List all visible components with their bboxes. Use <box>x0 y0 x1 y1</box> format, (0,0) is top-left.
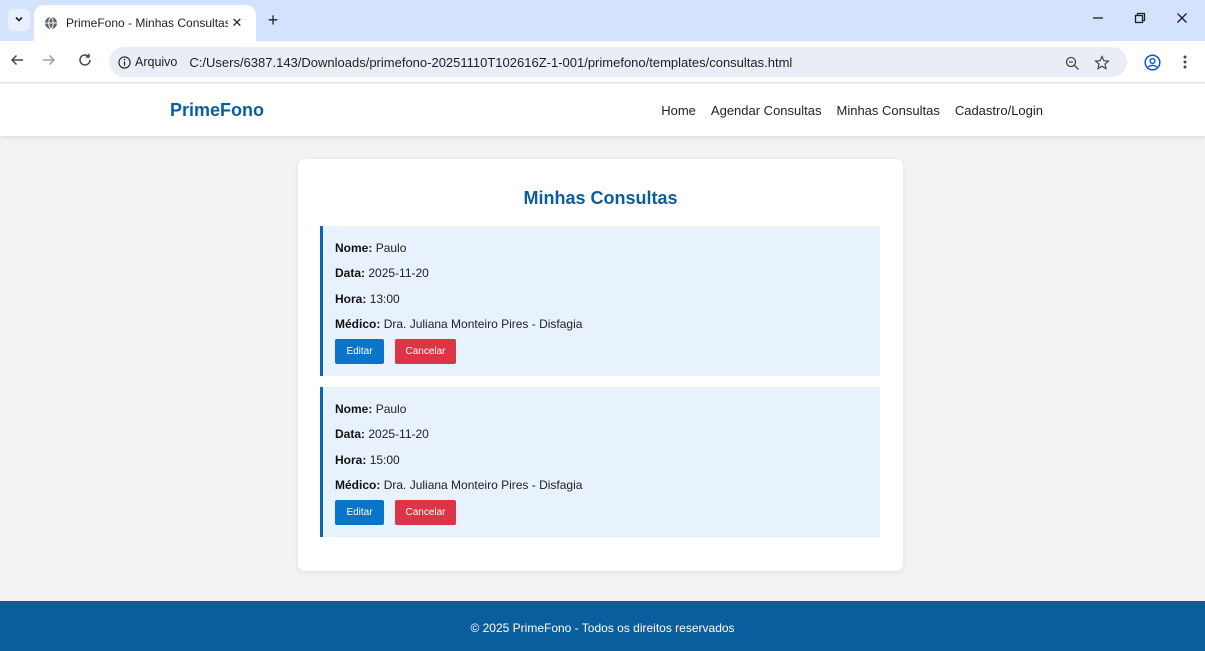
arrow-right-icon <box>42 53 56 71</box>
chevron-down-icon <box>14 11 24 29</box>
minimize-button[interactable] <box>1075 6 1121 34</box>
tab-title: PrimeFono - Minhas Consultas <box>66 16 228 30</box>
back-button[interactable] <box>4 49 30 75</box>
nav-agendar-consultas[interactable]: Agendar Consultas <box>711 103 822 118</box>
hora-value: 15:00 <box>369 453 400 467</box>
appointment-nome: Nome: Paulo <box>335 241 406 255</box>
profile-icon[interactable] <box>1142 52 1162 72</box>
site-info-chip[interactable]: Arquivo <box>118 55 177 69</box>
info-chip-label: Arquivo <box>135 55 178 69</box>
data-value: 2025-11-20 <box>368 266 429 280</box>
appointment-hora: Hora: 13:00 <box>335 292 400 306</box>
browser-tab-bar: PrimeFono - Minhas Consultas ✕ + <box>0 0 1205 41</box>
nav-home[interactable]: Home <box>661 103 696 118</box>
nome-value: Paulo <box>375 241 407 255</box>
nome-label: Nome: <box>335 241 373 255</box>
reload-icon <box>78 53 92 71</box>
medico-label: Médico: <box>335 478 381 492</box>
appointment-item: Nome: Paulo Data: 2025-11-20 Hora: 13:00… <box>320 226 880 376</box>
site-header: PrimeFono Home Agendar Consultas Minhas … <box>0 84 1205 136</box>
browser-toolbar: Arquivo C:/Users/6387.143/Downloads/prim… <box>0 41 1205 83</box>
url-text[interactable]: C:/Users/6387.143/Downloads/primefono-20… <box>189 55 792 70</box>
zoom-icon[interactable] <box>1063 54 1081 72</box>
restore-icon <box>1134 11 1146 29</box>
appointment-medico: Médico: Dra. Juliana Monteiro Pires - Di… <box>335 317 582 331</box>
nome-value: Paulo <box>375 402 407 416</box>
brand-logo[interactable]: PrimeFono <box>170 100 264 121</box>
hora-value: 13:00 <box>369 292 400 306</box>
data-label: Data: <box>335 427 366 441</box>
appointment-data: Data: 2025-11-20 <box>335 427 429 441</box>
tab-close-icon[interactable]: ✕ <box>228 15 246 31</box>
hora-label: Hora: <box>335 453 367 467</box>
close-icon <box>1176 11 1188 29</box>
bookmark-star-icon[interactable] <box>1093 54 1111 72</box>
menu-kebab-icon[interactable] <box>1175 52 1195 72</box>
footer-copyright: © 2025 PrimeFono - Todos os direitos res… <box>470 621 735 635</box>
arrow-left-icon <box>10 53 24 71</box>
appointment-item: Nome: Paulo Data: 2025-11-20 Hora: 15:00… <box>320 387 880 537</box>
data-value: 2025-11-20 <box>368 427 429 441</box>
nav-cadastro-login[interactable]: Cadastro/Login <box>955 103 1043 118</box>
forward-button[interactable] <box>36 49 62 75</box>
globe-icon <box>44 16 58 30</box>
medico-label: Médico: <box>335 317 381 331</box>
appointment-medico: Médico: Dra. Juliana Monteiro Pires - Di… <box>335 478 582 492</box>
reload-button[interactable] <box>72 49 98 75</box>
appointment-hora: Hora: 15:00 <box>335 453 400 467</box>
minimize-icon <box>1092 11 1104 29</box>
close-window-button[interactable] <box>1159 6 1205 34</box>
appointment-nome: Nome: Paulo <box>335 402 406 416</box>
restore-button[interactable] <box>1117 6 1163 34</box>
appointment-data: Data: 2025-11-20 <box>335 266 429 280</box>
new-tab-button[interactable]: + <box>262 9 284 31</box>
data-label: Data: <box>335 266 366 280</box>
nav-minhas-consultas[interactable]: Minhas Consultas <box>837 103 940 118</box>
edit-button[interactable]: Editar <box>335 339 384 364</box>
medico-value: Dra. Juliana Monteiro Pires - Disfagia <box>383 478 583 492</box>
info-icon <box>118 55 131 69</box>
page-title: Minhas Consultas <box>523 188 678 208</box>
browser-tab[interactable]: PrimeFono - Minhas Consultas ✕ <box>34 5 256 41</box>
cancel-button[interactable]: Cancelar <box>395 339 456 364</box>
edit-button[interactable]: Editar <box>335 500 384 525</box>
medico-value: Dra. Juliana Monteiro Pires - Disfagia <box>383 317 583 331</box>
tab-search-button[interactable] <box>8 9 30 31</box>
hora-label: Hora: <box>335 292 367 306</box>
nome-label: Nome: <box>335 402 373 416</box>
address-bar[interactable]: Arquivo C:/Users/6387.143/Downloads/prim… <box>109 47 1127 77</box>
cancel-button[interactable]: Cancelar <box>395 500 456 525</box>
consultas-card: Minhas Consultas Nome: Paulo Data: 2025-… <box>298 159 903 571</box>
site-footer: © 2025 PrimeFono - Todos os direitos res… <box>0 601 1205 651</box>
main-nav: Home Agendar Consultas Minhas Consultas … <box>661 103 1043 118</box>
